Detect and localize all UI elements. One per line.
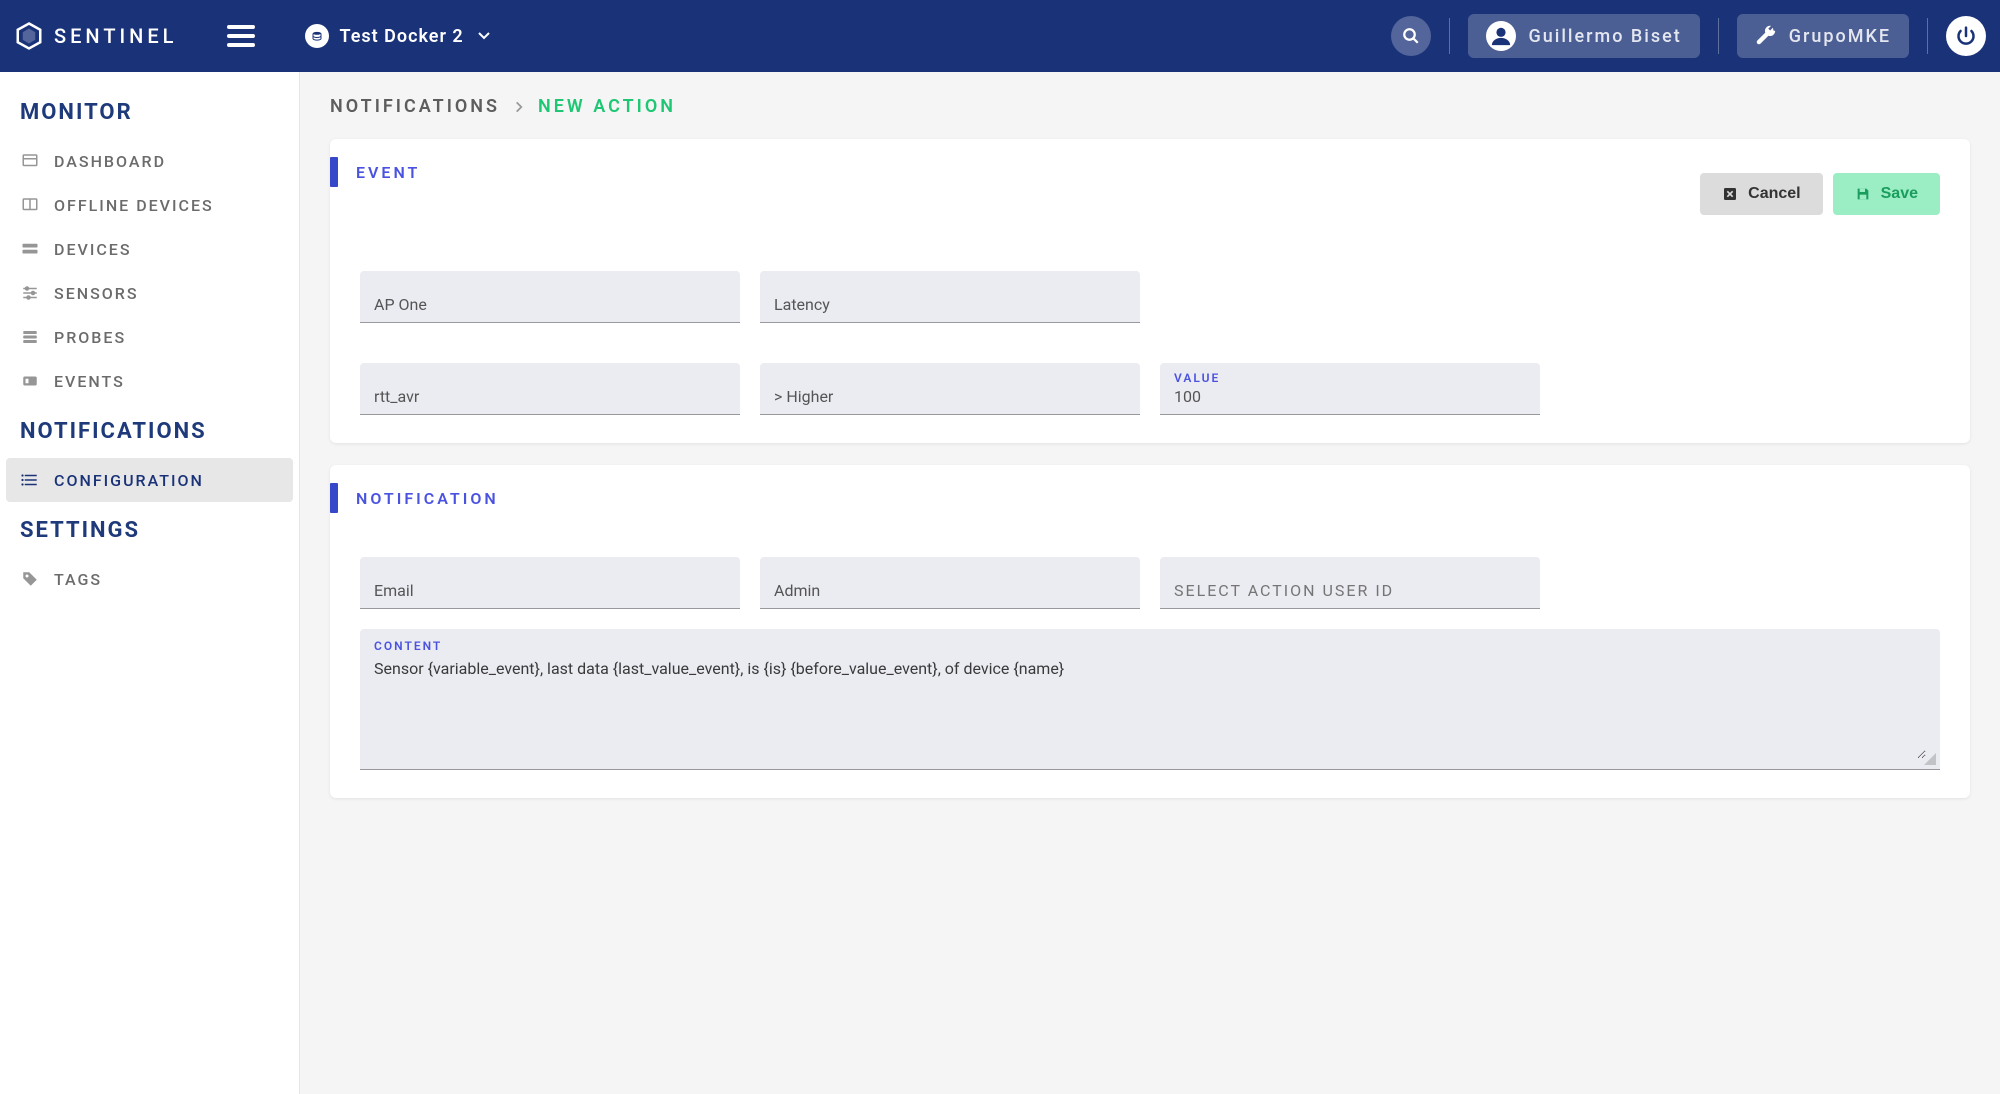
action-type-select[interactable]: Email [360, 557, 740, 609]
search-icon [1402, 27, 1420, 45]
offline-icon [20, 195, 40, 215]
group-menu[interactable]: GrupoMKE [1737, 14, 1909, 58]
device-select[interactable]: AP One [360, 271, 740, 323]
layers-icon [20, 327, 40, 347]
field-value: 100 [1174, 387, 1526, 406]
divider [1927, 18, 1928, 54]
sensor-select[interactable]: Latency [760, 271, 1140, 323]
sidebar-item-events[interactable]: EVENTS [6, 359, 293, 403]
sidebar-item-tags[interactable]: TAGS [6, 557, 293, 601]
content-textarea[interactable] [374, 659, 1926, 759]
sidebar-section-notifications: NOTIFICATIONS [6, 413, 293, 458]
power-icon [1956, 26, 1976, 46]
notification-card: NOTIFICATION Email Admin SELECT ACTION U… [330, 465, 1970, 798]
menu-toggle-button[interactable] [227, 25, 255, 47]
sidebar-section-monitor: MONITOR [6, 94, 293, 139]
action-user-id-select[interactable]: SELECT ACTION USER ID [1160, 557, 1540, 609]
breadcrumb: NOTIFICATIONS NEW ACTION [330, 96, 1970, 117]
search-button[interactable] [1391, 16, 1431, 56]
variable-select[interactable]: rtt_avr [360, 363, 740, 415]
header-right: Guillermo Biset GrupoMKE [1391, 14, 1986, 58]
divider [1449, 18, 1450, 54]
accent-bar [330, 157, 338, 187]
event-form: AP One Latency rtt_avr > Higher VALUE 10… [330, 201, 1970, 415]
sidebar-item-label: DEVICES [54, 240, 132, 259]
logout-button[interactable] [1946, 16, 1986, 56]
sliders-icon [20, 283, 40, 303]
field-value: Email [374, 581, 726, 600]
dashboard-icon [20, 151, 40, 171]
sidebar: MONITOR DASHBOARD OFFLINE DEVICES DEVICE… [0, 72, 300, 1094]
sidebar-item-configuration[interactable]: CONFIGURATION [6, 458, 293, 502]
user-menu[interactable]: Guillermo Biset [1468, 14, 1699, 58]
value-input[interactable]: VALUE 100 [1160, 363, 1540, 415]
field-value: Admin [774, 581, 1126, 600]
sidebar-section-settings: SETTINGS [6, 512, 293, 557]
operator-select[interactable]: > Higher [760, 363, 1140, 415]
field-value: AP One [374, 295, 726, 314]
sidebar-item-offline-devices[interactable]: OFFLINE DEVICES [6, 183, 293, 227]
user-select[interactable]: Admin [760, 557, 1140, 609]
server-icon [20, 239, 40, 259]
sidebar-item-label: CONFIGURATION [54, 471, 204, 490]
sidebar-item-probes[interactable]: PROBES [6, 315, 293, 359]
save-label: Save [1881, 185, 1918, 203]
notification-form: Email Admin SELECT ACTION USER ID [330, 527, 1970, 609]
settings-list-icon [20, 470, 40, 490]
user-avatar-icon [1486, 21, 1516, 51]
sidebar-item-label: TAGS [54, 570, 102, 589]
caret-down-icon [478, 32, 490, 40]
sidebar-item-sensors[interactable]: SENSORS [6, 271, 293, 315]
wrench-icon [1755, 25, 1777, 47]
database-icon [305, 24, 329, 48]
breadcrumb-root[interactable]: NOTIFICATIONS [330, 96, 500, 117]
chevron-right-icon [512, 100, 526, 114]
field-label: CONTENT [374, 639, 1926, 653]
card-title: EVENT [356, 163, 420, 182]
field-value: Latency [774, 295, 1126, 314]
environment-selector[interactable]: Test Docker 2 [305, 24, 489, 48]
brand-logo[interactable]: SENTINEL [14, 21, 177, 51]
shield-hex-icon [14, 21, 44, 51]
content-textarea-wrapper: CONTENT [360, 629, 1940, 770]
environment-label: Test Docker 2 [339, 26, 463, 47]
sidebar-item-devices[interactable]: DEVICES [6, 227, 293, 271]
field-label: VALUE [1174, 371, 1526, 385]
ticket-icon [20, 371, 40, 391]
event-card: EVENT Cancel Save AP One Latency [330, 139, 1970, 443]
user-name-label: Guillermo Biset [1528, 26, 1681, 47]
close-square-icon [1722, 186, 1738, 202]
save-button[interactable]: Save [1833, 173, 1940, 215]
divider [1718, 18, 1719, 54]
field-value: rtt_avr [374, 387, 726, 406]
field-placeholder: SELECT ACTION USER ID [1174, 581, 1526, 600]
group-name-label: GrupoMKE [1789, 26, 1891, 47]
main-content: NOTIFICATIONS NEW ACTION EVENT Cancel Sa… [300, 72, 2000, 1094]
card-title: NOTIFICATION [356, 489, 499, 508]
cancel-button[interactable]: Cancel [1700, 173, 1822, 215]
accent-bar [330, 483, 338, 513]
sidebar-item-label: SENSORS [54, 284, 139, 303]
sidebar-item-label: DASHBOARD [54, 152, 166, 171]
card-header: NOTIFICATION [330, 465, 1970, 527]
sidebar-item-label: OFFLINE DEVICES [54, 196, 214, 215]
field-value: > Higher [774, 387, 1126, 406]
cancel-label: Cancel [1748, 185, 1800, 203]
brand-name: SENTINEL [54, 24, 177, 48]
sidebar-item-label: PROBES [54, 328, 126, 347]
app-header: SENTINEL Test Docker 2 Guillermo Biset [0, 0, 2000, 72]
tag-icon [20, 569, 40, 589]
sidebar-item-dashboard[interactable]: DASHBOARD [6, 139, 293, 183]
save-disk-icon [1855, 186, 1871, 202]
breadcrumb-current: NEW ACTION [538, 96, 676, 117]
card-actions: Cancel Save [1700, 173, 1940, 215]
sidebar-item-label: EVENTS [54, 372, 125, 391]
